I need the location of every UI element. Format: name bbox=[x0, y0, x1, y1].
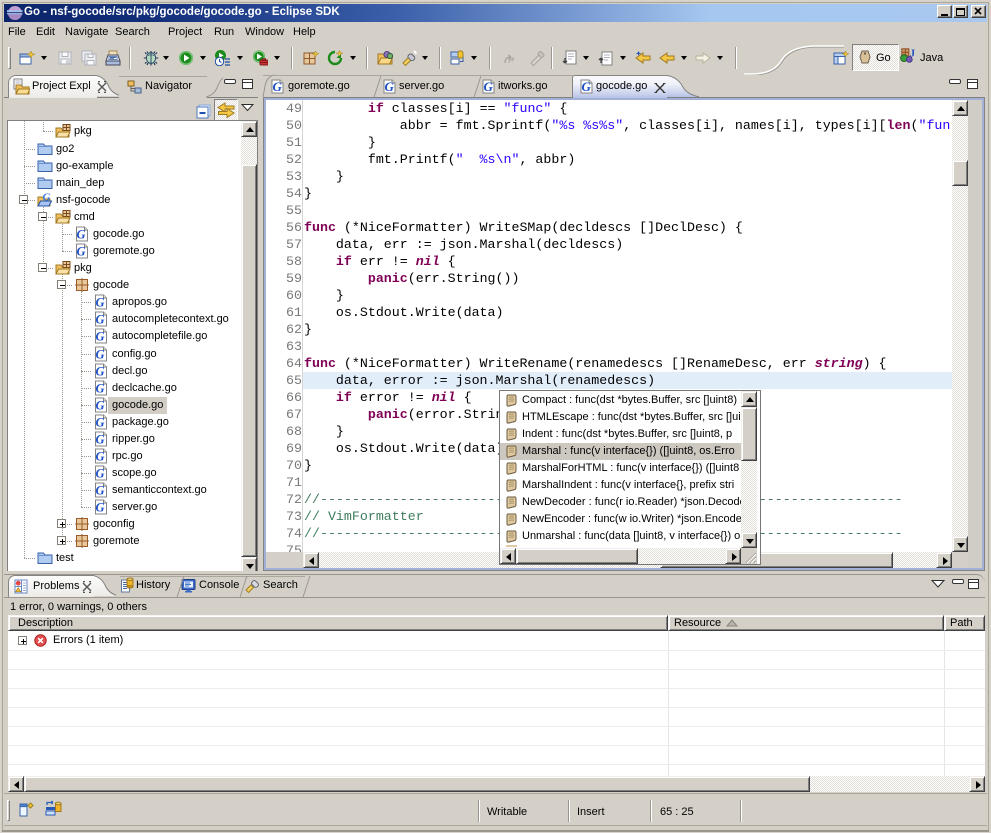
svg-text:G: G bbox=[96, 501, 105, 515]
svg-text:G: G bbox=[96, 382, 105, 396]
svg-text:G: G bbox=[77, 228, 86, 242]
svg-text:G: G bbox=[484, 79, 494, 94]
svg-text:G: G bbox=[96, 416, 105, 430]
svg-text:G: G bbox=[96, 433, 105, 447]
svg-text:G: G bbox=[96, 313, 105, 327]
svg-text:G: G bbox=[96, 348, 105, 362]
svg-text:G: G bbox=[96, 365, 105, 379]
svg-text:G: G bbox=[96, 330, 105, 344]
svg-text:G: G bbox=[582, 79, 592, 94]
svg-text:G: G bbox=[96, 399, 105, 413]
svg-text:G: G bbox=[96, 484, 105, 498]
svg-text:G: G bbox=[96, 467, 105, 481]
svg-text:G: G bbox=[77, 245, 86, 259]
svg-text:G: G bbox=[43, 192, 51, 204]
svg-text:G: G bbox=[96, 296, 105, 310]
svg-text:G: G bbox=[385, 79, 395, 94]
svg-text:J: J bbox=[910, 48, 916, 59]
svg-text:G: G bbox=[96, 450, 105, 464]
svg-text:G: G bbox=[273, 79, 283, 94]
